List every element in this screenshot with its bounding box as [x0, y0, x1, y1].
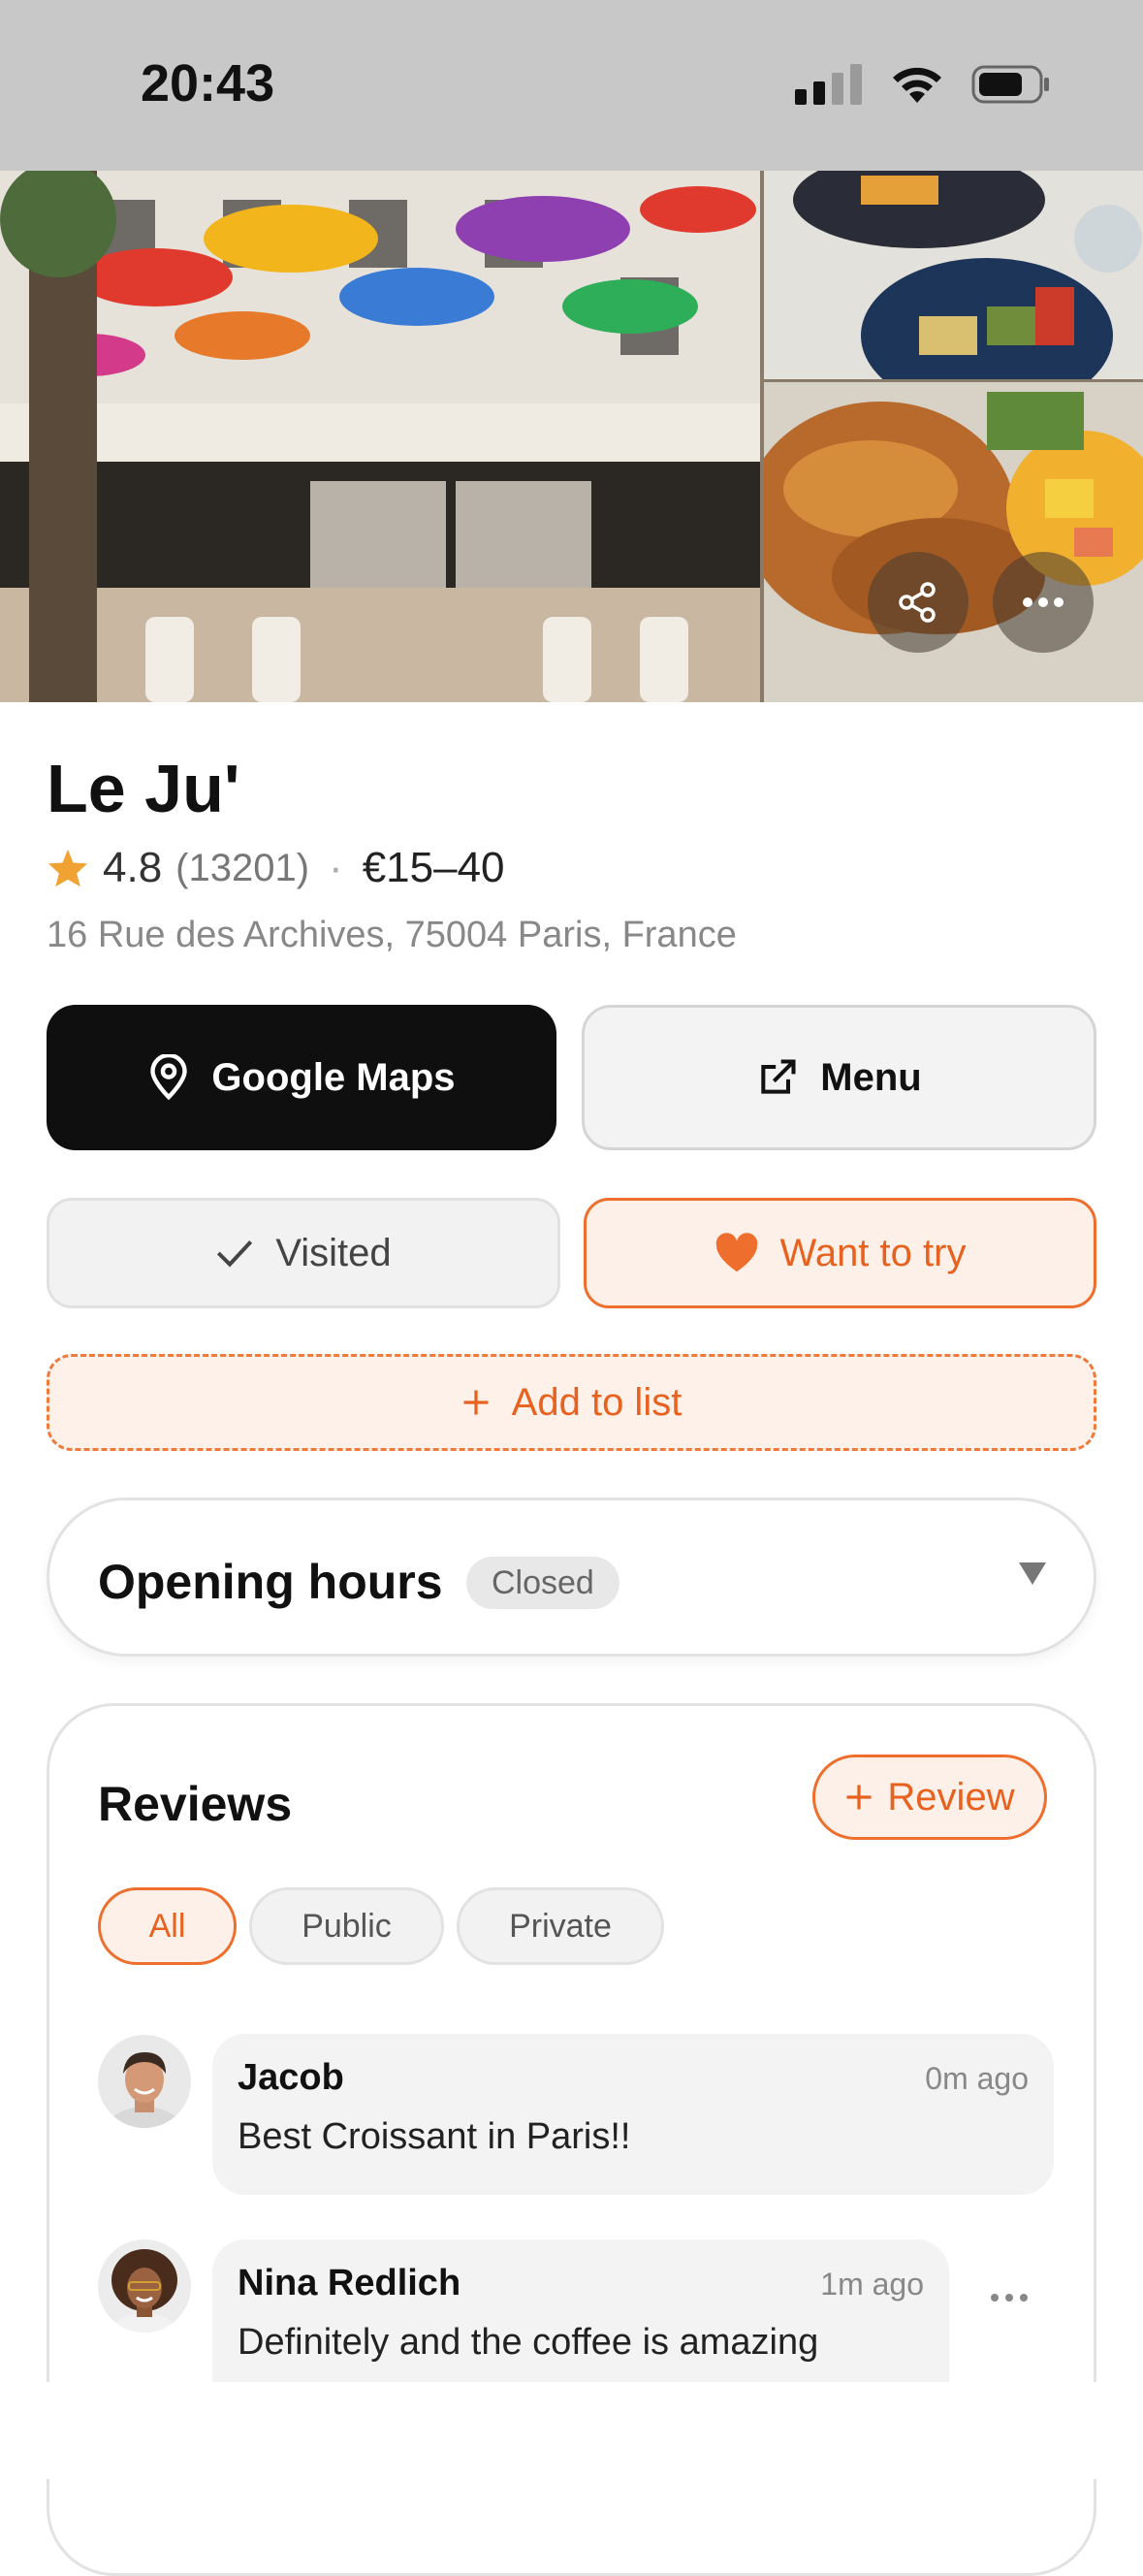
address: 16 Rue des Archives, 75004 Paris, France [47, 915, 737, 955]
check-icon [217, 1240, 253, 1268]
status-bar: 20:43 [0, 0, 1143, 171]
rating-value: 4.8 [103, 844, 163, 891]
opening-hours-title: Opening hours [98, 1555, 443, 1609]
plus-icon [846, 1785, 872, 1810]
more-horizontal-icon [991, 2294, 1028, 2302]
external-link-icon [761, 1059, 796, 1094]
review-more-options-button[interactable] [990, 2269, 1029, 2312]
share-icon [899, 582, 936, 623]
separator-dot: · [329, 844, 343, 891]
map-pin-icon [150, 1054, 188, 1101]
more-options-button[interactable] [993, 552, 1094, 653]
review-time: 0m ago [925, 2061, 1029, 2096]
rating-row: 4.8 (13201) · €15–40 [47, 844, 505, 892]
place-name: Le Ju' [47, 751, 240, 826]
want-to-try-button[interactable]: Want to try [584, 1198, 1096, 1308]
plus-icon [463, 1390, 489, 1415]
review-text: Definitely and the coffee is amazing [238, 2322, 819, 2363]
filter-public[interactable]: Public [249, 1887, 444, 1965]
visited-label: Visited [275, 1231, 392, 1274]
photo-gallery[interactable] [0, 171, 1143, 702]
share-button[interactable] [868, 552, 968, 653]
review-count: (13201) [175, 846, 310, 889]
review-item[interactable]: Jacob 0m ago Best Croissant in Paris!! [212, 2034, 1054, 2195]
add-to-list-button[interactable]: Add to list [47, 1354, 1096, 1451]
add-to-list-label: Add to list [511, 1380, 683, 1424]
avatar[interactable] [98, 2239, 191, 2333]
menu-button[interactable]: Menu [582, 1005, 1096, 1150]
side-photo-bottom[interactable] [764, 382, 1143, 702]
price-range: €15–40 [362, 844, 505, 891]
google-maps-button[interactable]: Google Maps [47, 1005, 556, 1150]
star-icon [48, 849, 88, 887]
status-time: 20:43 [141, 54, 275, 113]
wifi-icon [893, 67, 941, 103]
cellular-signal-icon [795, 64, 862, 105]
battery-icon [971, 65, 1049, 104]
visited-button[interactable]: Visited [47, 1198, 560, 1308]
more-horizontal-icon [1023, 597, 1064, 607]
status-icons [795, 64, 1051, 105]
chevron-down-icon[interactable] [1018, 1561, 1047, 1586]
filter-all[interactable]: All [98, 1887, 237, 1965]
opening-hours-card[interactable]: Opening hours Closed [47, 1497, 1096, 1657]
google-maps-label: Google Maps [211, 1055, 456, 1099]
add-review-button[interactable]: Review [812, 1755, 1047, 1840]
side-photo-top[interactable] [764, 171, 1143, 379]
review-text: Best Croissant in Paris!! [238, 2116, 631, 2157]
filter-private[interactable]: Private [457, 1887, 664, 1965]
main-photo[interactable] [0, 171, 760, 702]
reviewer-name: Jacob [238, 2057, 344, 2098]
bottom-mask [0, 2382, 1143, 2479]
status-badge: Closed [466, 1557, 619, 1609]
menu-label: Menu [820, 1055, 922, 1099]
add-review-label: Review [887, 1775, 1015, 1819]
heart-icon [715, 1233, 757, 1272]
reviews-title: Reviews [98, 1777, 293, 1831]
review-time: 1m ago [820, 2267, 924, 2302]
avatar[interactable] [98, 2035, 191, 2128]
want-to-try-label: Want to try [779, 1231, 967, 1274]
